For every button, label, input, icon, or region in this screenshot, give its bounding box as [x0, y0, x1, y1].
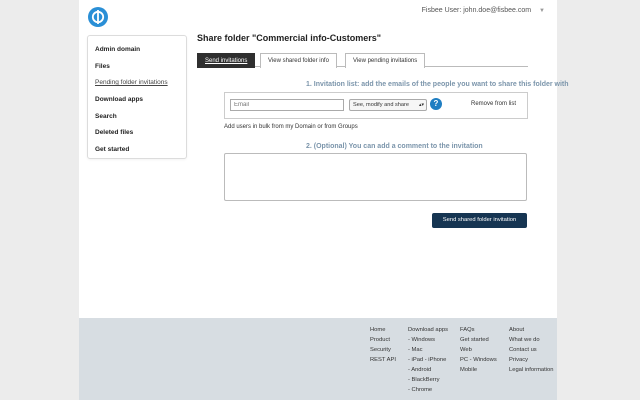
footer-column-4: About What we do Contact us Privacy Lega…	[509, 325, 553, 375]
tab-send-invitations[interactable]: Send invitations	[197, 53, 256, 68]
sidebar-item-search[interactable]: Search	[88, 109, 186, 126]
add-users-bulk-link[interactable]: Add users in bulk from my Domain or from…	[224, 124, 358, 130]
footer-link-ipad-iphone[interactable]: - iPad - iPhone	[408, 355, 448, 365]
sidebar-item-get-started[interactable]: Get started	[88, 142, 186, 159]
comment-textarea[interactable]	[224, 153, 527, 201]
invitation-list-heading: 1. Invitation list: add the emails of th…	[306, 81, 569, 88]
footer-link-product[interactable]: Product	[370, 335, 396, 345]
footer-link-contact-us[interactable]: Contact us	[509, 345, 553, 355]
footer-column-2: Download apps - Windows - Mac - iPad - i…	[408, 325, 448, 395]
sidebar-item-admin-domain[interactable]: Admin domain	[88, 42, 186, 59]
footer-link-download-apps[interactable]: Download apps	[408, 325, 448, 335]
select-arrows-icon: ▴▾	[418, 102, 424, 108]
footer: Home Product Security REST API Download …	[79, 318, 557, 400]
email-input[interactable]	[230, 99, 344, 111]
user-menu[interactable]: Fisbee User: john.doe@fisbee.com ▼	[422, 7, 545, 14]
sidebar: Admin domain Files Pending folder invita…	[87, 35, 187, 159]
tab-bar: Send invitations View shared folder info…	[197, 51, 528, 68]
fisbee-logo-icon[interactable]	[88, 7, 108, 27]
permission-select[interactable]: See, modify and share ▴▾	[349, 99, 427, 111]
footer-link-about[interactable]: About	[509, 325, 553, 335]
footer-link-chrome[interactable]: - Chrome	[408, 385, 448, 395]
sidebar-item-files[interactable]: Files	[88, 59, 186, 76]
main-content: Share folder "Commercial info-Customers"…	[197, 33, 569, 228]
footer-link-privacy[interactable]: Privacy	[509, 355, 553, 365]
sidebar-item-deleted-files[interactable]: Deleted files	[88, 125, 186, 142]
page-title: Share folder "Commercial info-Customers"	[197, 33, 382, 43]
header: Fisbee User: john.doe@fisbee.com ▼	[79, 0, 557, 32]
footer-link-security[interactable]: Security	[370, 345, 396, 355]
user-label: Fisbee User: john.doe@fisbee.com	[421, 7, 532, 14]
footer-link-pc-windows[interactable]: PC - Windows	[460, 355, 497, 365]
help-icon[interactable]: ?	[430, 98, 442, 110]
footer-link-get-started[interactable]: Get started	[460, 335, 497, 345]
footer-link-mobile[interactable]: Mobile	[460, 365, 497, 375]
footer-link-home[interactable]: Home	[370, 325, 396, 335]
footer-column-3: FAQs Get started Web PC - Windows Mobile	[460, 325, 497, 375]
invitation-row: See, modify and share ▴▾ ? Remove from l…	[224, 92, 528, 119]
footer-link-web[interactable]: Web	[460, 345, 497, 355]
footer-link-mac[interactable]: - Mac	[408, 345, 448, 355]
footer-link-windows[interactable]: - Windows	[408, 335, 448, 345]
footer-link-what-we-do[interactable]: What we do	[509, 335, 553, 345]
send-invitation-button[interactable]: Send shared folder invitation	[432, 213, 527, 228]
tab-view-shared-folder-info[interactable]: View shared folder info	[260, 53, 337, 68]
sidebar-item-pending-folder-invitations[interactable]: Pending folder invitations	[88, 75, 186, 92]
comment-heading: 2. (Optional) You can add a comment to t…	[306, 143, 483, 150]
footer-link-legal-information[interactable]: Legal information	[509, 365, 553, 375]
tab-view-pending-invitations[interactable]: View pending invitations	[345, 53, 426, 68]
permission-select-value: See, modify and share	[353, 102, 409, 108]
sidebar-item-download-apps[interactable]: Download apps	[88, 92, 186, 109]
chevron-down-icon[interactable]: ▼	[539, 8, 545, 14]
remove-from-list-link[interactable]: Remove from list	[471, 101, 516, 107]
footer-column-1: Home Product Security REST API	[370, 325, 396, 365]
footer-link-faqs[interactable]: FAQs	[460, 325, 497, 335]
footer-link-rest-api[interactable]: REST API	[370, 355, 396, 365]
footer-link-blackberry[interactable]: - BlackBerry	[408, 375, 448, 385]
footer-link-android[interactable]: - Android	[408, 365, 448, 375]
